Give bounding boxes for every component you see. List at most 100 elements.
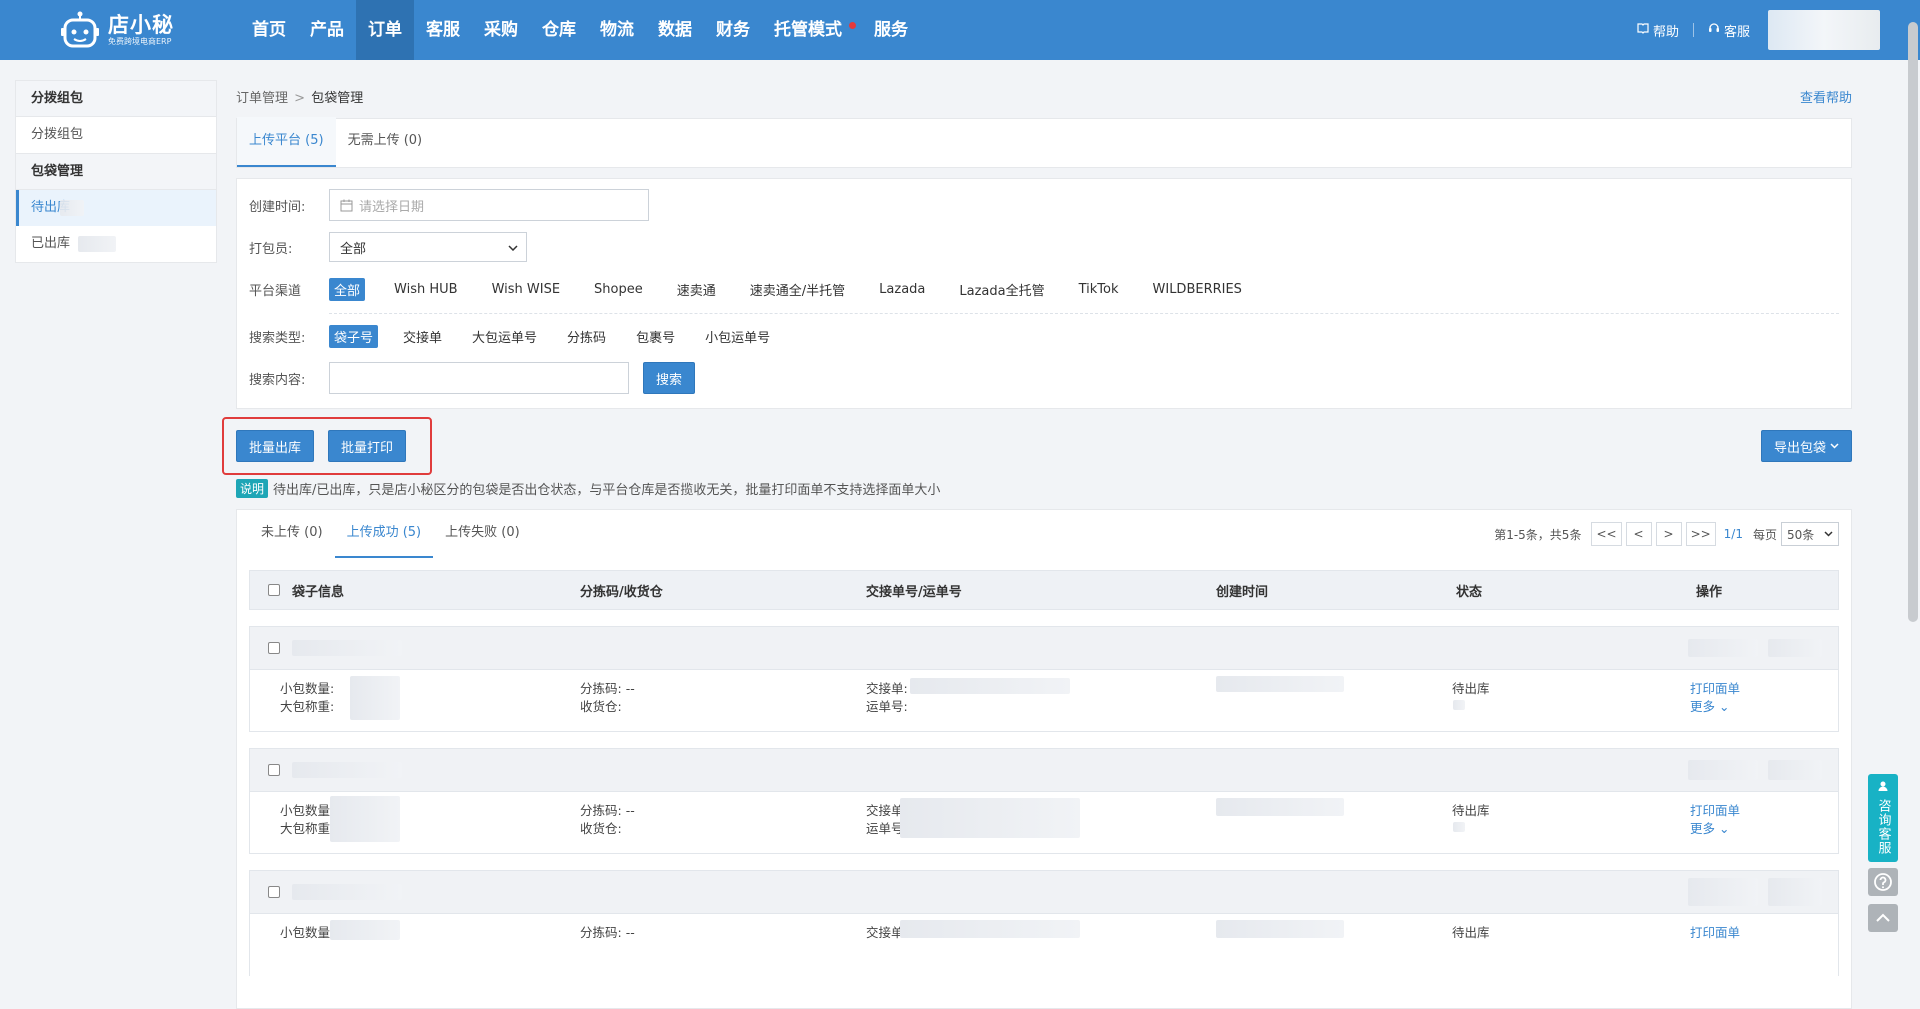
channel-chip-lazada[interactable]: Lazada (874, 280, 930, 299)
search-input[interactable] (329, 362, 629, 394)
row-meta (1688, 760, 1758, 780)
nav-finance[interactable]: 财务 (704, 0, 762, 60)
bag-number[interactable] (292, 640, 402, 656)
tab-no-upload[interactable]: 无需上传 (0) (336, 117, 435, 167)
breadcrumb-parent[interactable]: 订单管理 (236, 91, 288, 106)
view-help-link[interactable]: 查看帮助 (1800, 80, 1852, 118)
last-page-button[interactable]: >> (1685, 522, 1716, 546)
sort-code-value: -- (625, 803, 635, 818)
more-actions-label: 更多 (1690, 821, 1716, 836)
search-button[interactable]: 搜索 (643, 362, 696, 394)
row-meta (1688, 878, 1758, 906)
search-type-sort-code[interactable]: 分拣码 (562, 325, 611, 348)
search-type-big-tracking[interactable]: 大包运单号 (467, 325, 542, 348)
subtab-not-uploaded[interactable]: 未上传 (0) (249, 510, 335, 558)
service-top-link[interactable]: 客服 (1708, 21, 1750, 40)
channel-label: 平台渠道 (249, 283, 302, 299)
sidebar-item-shipped[interactable]: 已出库 (16, 226, 216, 262)
prev-page-button[interactable]: < (1625, 522, 1652, 546)
print-label-link[interactable]: 打印面单 (1690, 924, 1740, 942)
more-actions-link[interactable]: 更多 ⌄ (1690, 698, 1729, 716)
search-type-handover[interactable]: 交接单 (398, 325, 447, 348)
user-icon (1877, 780, 1889, 796)
handover-value (910, 678, 1070, 694)
bag-number[interactable] (292, 762, 402, 778)
question-help-button[interactable] (1868, 868, 1898, 896)
sidebar-item-sorting[interactable]: 分拨组包 (16, 117, 216, 153)
bag-number[interactable] (292, 884, 402, 900)
channel-chip-aliexpress-hosted[interactable]: 速卖通全/半托管 (745, 278, 850, 301)
handover-label: 交接单 (866, 925, 904, 940)
count-badge (78, 235, 117, 252)
channel-chip-tiktok[interactable]: TikTok (1074, 280, 1124, 299)
back-to-top-button[interactable] (1868, 904, 1898, 932)
channel-chip-all[interactable]: 全部 (329, 277, 366, 301)
nav-warehouse[interactable]: 仓库 (530, 0, 588, 60)
sidebar: 分拨组包 分拨组包 包袋管理 待出库 已出库 (15, 80, 217, 263)
channel-chip-aliexpress[interactable]: 速卖通 (672, 278, 721, 301)
chevron-down-icon (508, 240, 518, 255)
channel-chip-lazada-hosted[interactable]: Lazada全托管 (954, 278, 1049, 301)
batch-print-button[interactable]: 批量打印 (328, 430, 407, 462)
more-actions-link[interactable]: 更多 ⌄ (1690, 820, 1729, 838)
nav-products[interactable]: 产品 (298, 0, 356, 60)
batch-out-button[interactable]: 批量出库 (236, 430, 315, 462)
bag-info-values (350, 676, 400, 720)
print-label-link[interactable]: 打印面单 (1690, 680, 1740, 698)
channel-chip-shopee[interactable]: Shopee (589, 280, 648, 299)
page-scrollbar[interactable] (1908, 22, 1918, 622)
date-placeholder: 请选择日期 (359, 199, 425, 215)
export-bags-button[interactable]: 导出包袋 (1760, 430, 1852, 462)
channel-chip-wish-hub[interactable]: Wish HUB (389, 280, 463, 299)
nav-hosting-mode[interactable]: 托管模式 (762, 0, 862, 60)
subtab-upload-failed[interactable]: 上传失败 (0) (433, 510, 532, 558)
help-top-label: 帮助 (1652, 24, 1679, 40)
nav-services[interactable]: 服务 (862, 0, 920, 60)
search-type-small-tracking[interactable]: 小包运单号 (700, 325, 775, 348)
logo[interactable]: 店小秘 免费跨境电商ERP (60, 8, 174, 52)
export-bags-label: 导出包袋 (1773, 440, 1826, 456)
search-type-bag-number[interactable]: 袋子号 (329, 324, 379, 348)
subtab-upload-success[interactable]: 上传成功 (5) (334, 510, 434, 558)
row-checkbox[interactable] (268, 764, 280, 776)
logo-subtitle: 免费跨境电商ERP (108, 37, 172, 46)
bag-info-values (330, 796, 400, 842)
calendar-icon (340, 199, 353, 212)
date-picker-input[interactable]: 请选择日期 (329, 189, 649, 221)
sidebar-group-title: 分拨组包 (16, 81, 216, 117)
nav-customer-service[interactable]: 客服 (414, 0, 472, 60)
table-row-header (249, 870, 1839, 914)
row-checkbox[interactable] (268, 642, 280, 654)
user-account-area[interactable] (1768, 10, 1880, 50)
channel-chip-wildberries[interactable]: WILDBERRIES (1148, 280, 1247, 299)
sidebar-item-pending-out[interactable]: 待出库 (16, 190, 216, 226)
help-top-link[interactable]: 帮助 (1637, 21, 1679, 40)
next-page-button[interactable]: > (1655, 522, 1682, 546)
row-checkbox[interactable] (268, 886, 280, 898)
nav-purchasing[interactable]: 采购 (472, 0, 530, 60)
divider (329, 313, 1839, 314)
small-count-label: 小包数量 (280, 803, 331, 818)
nav-home[interactable]: 首页 (240, 0, 298, 60)
channel-chip-wish-wise[interactable]: Wish WISE (487, 280, 565, 299)
sort-code-label: 分拣码: -- (580, 924, 635, 942)
search-type-package-number[interactable]: 包裹号 (631, 325, 680, 348)
warehouse-label: 收货仓: (580, 821, 622, 836)
packer-select[interactable]: 全部 (329, 232, 527, 262)
row-meta (1688, 639, 1758, 657)
packer-select-value: 全部 (340, 241, 367, 257)
first-page-button[interactable]: << (1591, 522, 1622, 546)
status-meta (1453, 822, 1465, 832)
print-label-link[interactable]: 打印面单 (1690, 802, 1740, 820)
select-all-checkbox[interactable] (268, 584, 280, 596)
nav-orders[interactable]: 订单 (356, 0, 414, 60)
col-created-time: 创建时间 (1216, 584, 1269, 600)
per-page-select[interactable]: 50条 (1781, 522, 1839, 546)
consult-service-button[interactable]: 咨询客服 (1868, 774, 1898, 862)
nav-data[interactable]: 数据 (646, 0, 704, 60)
status-text: 待出库 (1452, 803, 1490, 818)
platform-tabs: 上传平台 (5) 无需上传 (0) (236, 117, 1852, 168)
nav-logistics[interactable]: 物流 (588, 0, 646, 60)
service-top-label: 客服 (1723, 24, 1750, 40)
tab-upload-platform[interactable]: 上传平台 (5) (237, 117, 336, 167)
